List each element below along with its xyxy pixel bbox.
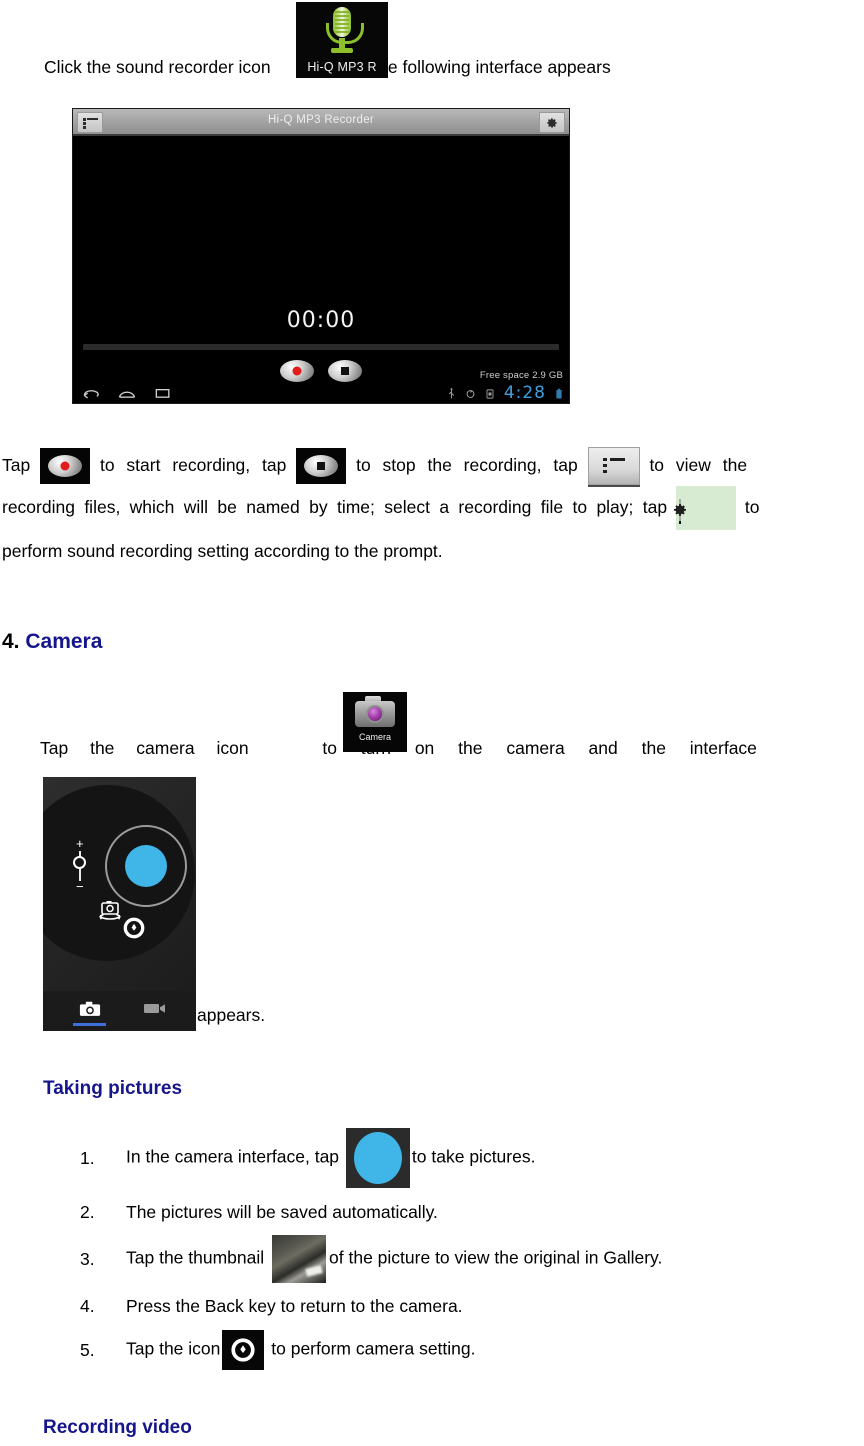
stop-square-icon (341, 367, 349, 375)
heading-recording-video: Recording video (43, 1417, 192, 1438)
section-title: Camera (25, 630, 103, 653)
sd-card-icon (486, 388, 494, 399)
shutter-button-inline-icon[interactable] (345, 1128, 410, 1188)
camera-intro-before: Tap the camera icon (40, 738, 249, 758)
camera-intro-paragraph: Tap the camera icon to turn on the camer… (40, 692, 864, 761)
camera-appears-text: appears. (197, 1005, 266, 1025)
recorder-screenshot: Hi-Q MP3 Recorder 00:00 Free space 2.9 G… (72, 108, 570, 404)
list-item: 1. In the camera interface, tap to take … (80, 1125, 860, 1191)
gear-icon (547, 117, 557, 128)
zoom-out-label: − (76, 879, 84, 894)
recents-icon[interactable] (153, 386, 173, 400)
list-item: 3. Tap the thumbnail of the picture to v… (80, 1233, 860, 1285)
gear-icon (673, 504, 686, 517)
camera-mode-bar (43, 991, 196, 1031)
list-item-number: 3. (80, 1248, 95, 1269)
camera-icon-slot (253, 740, 317, 758)
switch-camera-icon[interactable] (95, 899, 125, 923)
recorder-level-bar (83, 344, 559, 350)
free-space-label: Free space 2.9 GB (479, 370, 563, 381)
list-item-text-after: of the picture to view the original in G… (329, 1247, 663, 1268)
taking-pictures-list: 1. In the camera interface, tap to take … (80, 1125, 860, 1379)
sync-icon (466, 389, 475, 398)
list-item-number: 2. (80, 1201, 95, 1222)
list-item-number: 1. (80, 1147, 95, 1168)
recorder-step-3-text: to stop the recording, tap (356, 455, 578, 475)
shutter-button[interactable] (125, 845, 167, 887)
camera-settings-icon[interactable] (123, 917, 145, 939)
record-button[interactable] (280, 360, 314, 382)
photo-mode-icon[interactable] (79, 1001, 101, 1017)
intro-text-after: .The following interface appears (362, 57, 611, 77)
status-clock: 4:28 (503, 383, 546, 403)
list-button-inline-icon[interactable] (587, 447, 640, 486)
recorder-title-bar: Hi-Q MP3 Recorder (73, 109, 569, 136)
microphone-icon (324, 7, 364, 53)
list-item-text-after: to take pictures. (411, 1146, 536, 1167)
recorder-step-7-text: perform sound recording setting accordin… (2, 541, 443, 562)
list-item-text-before: Tap the icon (126, 1338, 221, 1359)
record-dot-icon (292, 366, 302, 376)
usb-icon (448, 387, 454, 398)
list-item-text-after: to perform camera setting. (271, 1338, 476, 1359)
camera-settings-inline-icon[interactable] (222, 1330, 265, 1370)
battery-icon (556, 388, 562, 398)
document-page: Click the sound recorder icon .The follow… (0, 0, 864, 1446)
recorder-timer: 00:00 (286, 308, 356, 333)
camera-icon-label: Camera (358, 732, 391, 742)
record-button-inline-icon[interactable] (40, 448, 91, 485)
list-item-text-before: Tap the thumbnail (126, 1247, 265, 1268)
list-item: 4. Press the Back key to return to the c… (80, 1291, 860, 1321)
back-arrow-icon[interactable] (81, 386, 101, 400)
video-mode-icon[interactable] (143, 1002, 167, 1015)
zoom-in-label: + (76, 836, 84, 851)
list-item-text-before: The pictures will be saved automatically… (126, 1201, 438, 1222)
recorder-instructions-paragraph: Tap to start recording, tap to stop the … (2, 444, 862, 572)
stop-button-inline-icon[interactable] (296, 448, 347, 485)
recorder-step-4-text: to view the (649, 455, 748, 475)
hiq-mp3-recorder-app-icon[interactable]: Hi-Q MP3 R (296, 2, 388, 78)
recorder-title: Hi-Q MP3 Recorder (267, 114, 375, 126)
android-nav-bar: 4:28 (73, 381, 569, 403)
intro-text-before: Click the sound recorder icon (44, 57, 271, 77)
list-item-number: 4. (80, 1295, 95, 1316)
zoom-slider[interactable]: + − (71, 836, 89, 894)
settings-button-inline-icon[interactable] (673, 486, 736, 531)
heading-taking-pictures: Taking pictures (43, 1078, 183, 1099)
section-number: 4. (2, 630, 20, 653)
list-item: 5. Tap the icon to perform camera settin… (80, 1327, 860, 1373)
zoom-slider-knob[interactable] (73, 856, 86, 869)
recorder-step-5-text: recording files, which will be named by … (2, 497, 668, 517)
list-item: 2. The pictures will be saved automatica… (80, 1197, 860, 1227)
photo-thumbnail-inline-icon[interactable] (272, 1235, 327, 1283)
camera-app-icon[interactable]: Camera (343, 692, 407, 752)
camera-settings-icon (231, 1338, 255, 1362)
list-item-text-before: In the camera interface, tap (126, 1146, 340, 1167)
stop-button[interactable] (328, 360, 362, 382)
camera-interface-screenshot: + − (43, 777, 196, 1031)
hiq-icon-label: Hi-Q MP3 R (307, 60, 377, 74)
recorder-step-1-text: Tap (2, 455, 31, 475)
list-item-text-before: Press the Back key to return to the came… (126, 1295, 463, 1316)
recorder-step-6-text: to (744, 497, 760, 517)
home-icon[interactable] (117, 386, 137, 400)
recorder-step-2-text: to start recording, tap (99, 455, 287, 475)
active-mode-indicator (73, 1023, 106, 1026)
recorder-screen-area: 00:00 Free space 2.9 GB 4:28 (73, 138, 569, 403)
recorder-settings-button[interactable] (539, 112, 565, 133)
list-item-number: 5. (80, 1339, 95, 1360)
section-heading-camera: 4. Camera (2, 630, 102, 654)
